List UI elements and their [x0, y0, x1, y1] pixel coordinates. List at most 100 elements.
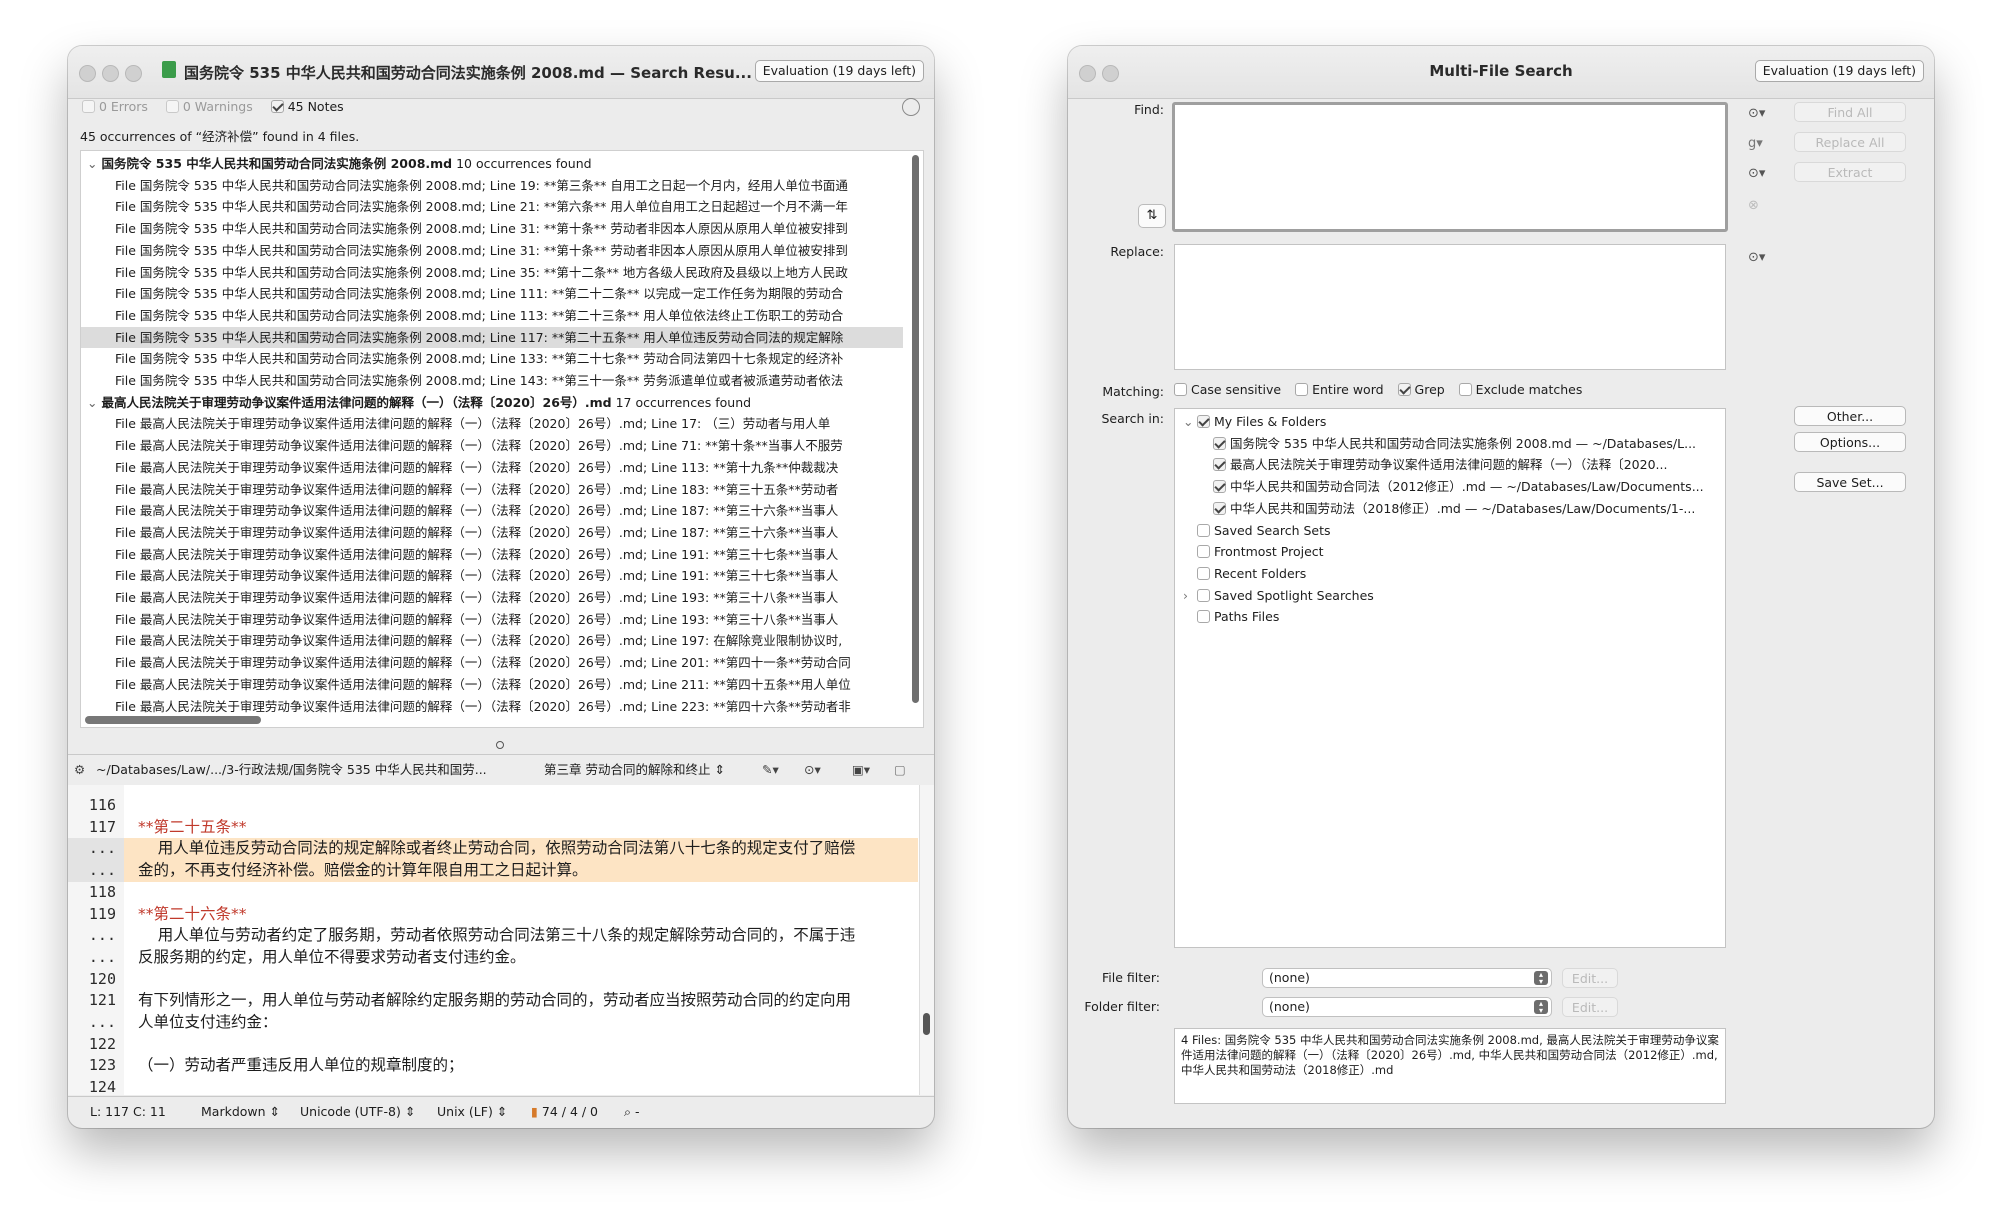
results-list[interactable]: ⌄ 国务院令 535 中华人民共和国劳动合同法实施条例 2008.md 10 o… — [80, 150, 924, 728]
matching-checkbox[interactable] — [1397, 383, 1411, 396]
result-group-header[interactable]: ⌄ 国务院令 535 中华人民共和国劳动合同法实施条例 2008.md 10 o… — [87, 153, 903, 175]
new-document-icon[interactable]: ▢ — [894, 755, 906, 785]
tree-file-item[interactable]: 中华人民共和国劳动合同法（2012修正）.md — ~/Databases/La… — [1183, 476, 1717, 498]
editor-line[interactable]: 121 有下列情形之一，用人单位与劳动者解除约定服务期的劳动合同的，劳动者应当按照… — [68, 990, 918, 1012]
result-row[interactable]: File 国务院令 535 中华人民共和国劳动合同法实施条例 2008.md; … — [81, 305, 903, 327]
result-row[interactable]: File 最高人民法院关于审理劳动争议案件适用法律问题的解释（一）（法释〔202… — [81, 435, 903, 457]
file-path[interactable]: ~/Databases/Law/.../3-行政法规/国务院令 535 中华人民… — [96, 755, 506, 785]
notes-filter[interactable]: 45 Notes — [270, 99, 344, 114]
close-window-button[interactable] — [79, 65, 96, 82]
matching-option[interactable]: Entire word — [1295, 382, 1384, 397]
horizontal-scrollbar[interactable] — [85, 716, 261, 724]
result-row[interactable]: File 国务院令 535 中华人民共和国劳动合同法实施条例 2008.md; … — [81, 262, 903, 284]
tree-checkbox[interactable] — [1213, 480, 1226, 494]
result-row[interactable]: File 国务院令 535 中华人民共和国劳动合同法实施条例 2008.md; … — [81, 175, 903, 197]
edit-file-filter-button[interactable]: Edit... — [1562, 968, 1618, 988]
result-row[interactable]: File 最高人民法院关于审理劳动争议案件适用法律问题的解释（一）（法释〔202… — [81, 565, 903, 587]
editor-line[interactable]: 120 — [68, 969, 918, 991]
split-handle[interactable] — [496, 741, 504, 749]
result-row[interactable]: File 最高人民法院关于审理劳动争议案件适用法律问题的解释（一）（法释〔202… — [81, 587, 903, 609]
document-stats[interactable]: ▮ 74 / 4 / 0 — [531, 1097, 598, 1127]
editor-line[interactable]: ... 反服务期的约定，用人单位不得要求劳动者支付违约金。 — [68, 947, 918, 969]
result-row[interactable]: File 国务院令 535 中华人民共和国劳动合同法实施条例 2008.md; … — [81, 240, 903, 262]
result-row[interactable]: File 最高人民法院关于审理劳动争议案件适用法律问题的解释（一）（法释〔202… — [81, 652, 903, 674]
counterpart-icon[interactable]: ▣▾ — [852, 755, 870, 785]
find-all-button[interactable]: Find All — [1794, 102, 1906, 122]
result-row[interactable]: File 最高人民法院关于审理劳动争议案件适用法律问题的解释（一）（法释〔202… — [81, 457, 903, 479]
editor-line[interactable]: 119 **第二十六条** — [68, 904, 918, 926]
matching-checkbox[interactable] — [1458, 383, 1472, 396]
editor-line[interactable]: ... 用人单位与劳动者约定了服务期，劳动者依照劳动合同法第三十八条的规定解除劳… — [68, 925, 918, 947]
tree-file-item[interactable]: 国务院令 535 中华人民共和国劳动合同法实施条例 2008.md — ~/Da… — [1183, 433, 1717, 455]
tree-source-item[interactable]: › Saved Spotlight Searches — [1183, 585, 1717, 607]
editor-line[interactable]: 122 — [68, 1034, 918, 1056]
search-status[interactable]: ⌕ - — [624, 1097, 640, 1127]
language-menu[interactable]: Markdown ⇕ — [201, 1097, 280, 1127]
result-row[interactable]: File 国务院令 535 中华人民共和国劳动合同法实施条例 2008.md; … — [81, 283, 903, 305]
tree-source-item[interactable]: Recent Folders — [1183, 563, 1717, 585]
text-editor[interactable]: 116 117 **第二十五条**... 用人单位违反劳动合同法的规定解除或者终止劳… — [68, 785, 934, 1095]
result-row[interactable]: File 国务院令 535 中华人民共和国劳动合同法实施条例 2008.md; … — [81, 218, 903, 240]
tree-file-item[interactable]: 最高人民法院关于审理劳动争议案件适用法律问题的解释（一）（法释〔2020... — [1183, 454, 1717, 476]
errors-filter[interactable]: 0 Errors — [82, 99, 148, 114]
result-row[interactable]: File 国务院令 535 中华人民共和国劳动合同法实施条例 2008.md; … — [81, 326, 903, 349]
tree-file-item[interactable]: 中华人民共和国劳动法（2018修正）.md — ~/Databases/Law/… — [1183, 498, 1717, 520]
disclosure-triangle-icon[interactable]: ⌄ — [87, 395, 101, 410]
warnings-checkbox[interactable] — [165, 100, 179, 113]
editor-line[interactable]: ... 用人单位违反劳动合同法的规定解除或者终止劳动合同，依照劳动合同法第八十七… — [68, 838, 918, 861]
replace-field[interactable] — [1174, 244, 1726, 370]
encoding-menu[interactable]: Unicode (UTF-8) ⇕ — [300, 1097, 415, 1127]
editor-line[interactable]: 117 **第二十五条** — [68, 817, 918, 839]
result-row[interactable]: File 最高人民法院关于审理劳动争议案件适用法律问题的解释（一）（法释〔202… — [81, 609, 903, 631]
grep-pattern-icon[interactable]: g▾ — [1748, 136, 1763, 151]
matching-option[interactable]: Grep — [1397, 382, 1445, 397]
tree-checkbox[interactable] — [1197, 610, 1210, 624]
history-icon[interactable]: ⊙▾ — [804, 755, 821, 785]
result-row[interactable]: File 最高人民法院关于审理劳动争议案件适用法律问题的解释（一）（法释〔202… — [81, 544, 903, 566]
result-row[interactable]: File 国务院令 535 中华人民共和国劳动合同法实施条例 2008.md; … — [81, 348, 903, 370]
tree-source-item[interactable]: Saved Search Sets — [1183, 520, 1717, 542]
result-group-header[interactable]: ⌄ 最高人民法院关于审理劳动争议案件适用法律问题的解释（一）（法释〔2020〕2… — [87, 392, 903, 414]
errors-checkbox[interactable] — [82, 100, 95, 113]
result-row[interactable]: File 最高人民法院关于审理劳动争议案件适用法律问题的解释（一）（法释〔202… — [81, 500, 903, 522]
editor-line[interactable]: ... 金的，不再支付经济补偿。赔偿金的计算年限自用工之日起计算。 — [68, 860, 918, 882]
tree-checkbox[interactable] — [1197, 545, 1210, 559]
matching-checkbox[interactable] — [1295, 383, 1309, 396]
tree-checkbox[interactable] — [1213, 436, 1226, 450]
tree-checkbox[interactable] — [1197, 588, 1210, 602]
extract-button[interactable]: Extract — [1794, 162, 1906, 182]
tree-checkbox[interactable] — [1197, 415, 1210, 428]
result-row[interactable]: File 国务院令 535 中华人民共和国劳动合同法实施条例 2008.md; … — [81, 196, 903, 218]
result-row[interactable]: File 国务院令 535 中华人民共和国劳动合同法实施条例 2008.md; … — [81, 370, 903, 392]
tree-checkbox[interactable] — [1213, 501, 1226, 515]
other-button[interactable]: Other... — [1794, 406, 1906, 426]
vertical-scrollbar[interactable] — [912, 155, 919, 703]
find-options-icon[interactable]: ⊙▾ — [1748, 166, 1765, 181]
clear-icon[interactable]: ⊗ — [1748, 198, 1759, 213]
editor-line[interactable]: ... 人单位支付违约金： — [68, 1012, 918, 1034]
result-row[interactable]: File 最高人民法院关于审理劳动争议案件适用法律问题的解释（一）（法释〔202… — [81, 674, 903, 696]
matching-option[interactable]: Case sensitive — [1174, 382, 1281, 397]
tree-checkbox[interactable] — [1197, 566, 1210, 580]
matching-checkbox[interactable] — [1174, 383, 1187, 396]
disclosure-open-icon[interactable]: ⌄ — [1183, 411, 1197, 433]
editor-line[interactable]: 124 — [68, 1077, 918, 1095]
result-row[interactable]: File 最高人民法院关于审理劳动争议案件适用法律问题的解释（一）（法释〔202… — [81, 630, 903, 652]
find-field[interactable] — [1172, 102, 1728, 232]
tree-checkbox[interactable] — [1197, 523, 1210, 537]
replace-all-button[interactable]: Replace All — [1794, 132, 1906, 152]
file-filter-select[interactable]: (none) ▴ ▾ — [1262, 968, 1552, 988]
edit-folder-filter-button[interactable]: Edit... — [1562, 997, 1618, 1017]
find-history-icon[interactable]: ⊙▾ — [1748, 106, 1765, 121]
tree-source-item[interactable]: Frontmost Project — [1183, 541, 1717, 563]
notes-checkbox[interactable] — [270, 100, 284, 113]
tree-root-my-files[interactable]: ⌄ My Files & Folders — [1183, 411, 1717, 433]
result-row[interactable]: File 最高人民法院关于审理劳动争议案件适用法律问题的解释（一）（法释〔202… — [81, 522, 903, 544]
marker-icon[interactable]: ✎▾ — [762, 755, 779, 785]
replace-history-icon[interactable]: ⊙▾ — [1748, 250, 1765, 265]
matching-option[interactable]: Exclude matches — [1458, 382, 1582, 397]
editor-line[interactable]: 118 — [68, 882, 918, 904]
result-row[interactable]: File 最高人民法院关于审理劳动争议案件适用法律问题的解释（一）（法释〔202… — [81, 413, 903, 435]
search-in-tree[interactable]: ⌄ My Files & Folders 国务院令 535 中华人民共和国劳动合… — [1174, 408, 1726, 948]
editor-line[interactable]: 123 （一）劳动者严重违反用人单位的规章制度的； — [68, 1055, 918, 1077]
